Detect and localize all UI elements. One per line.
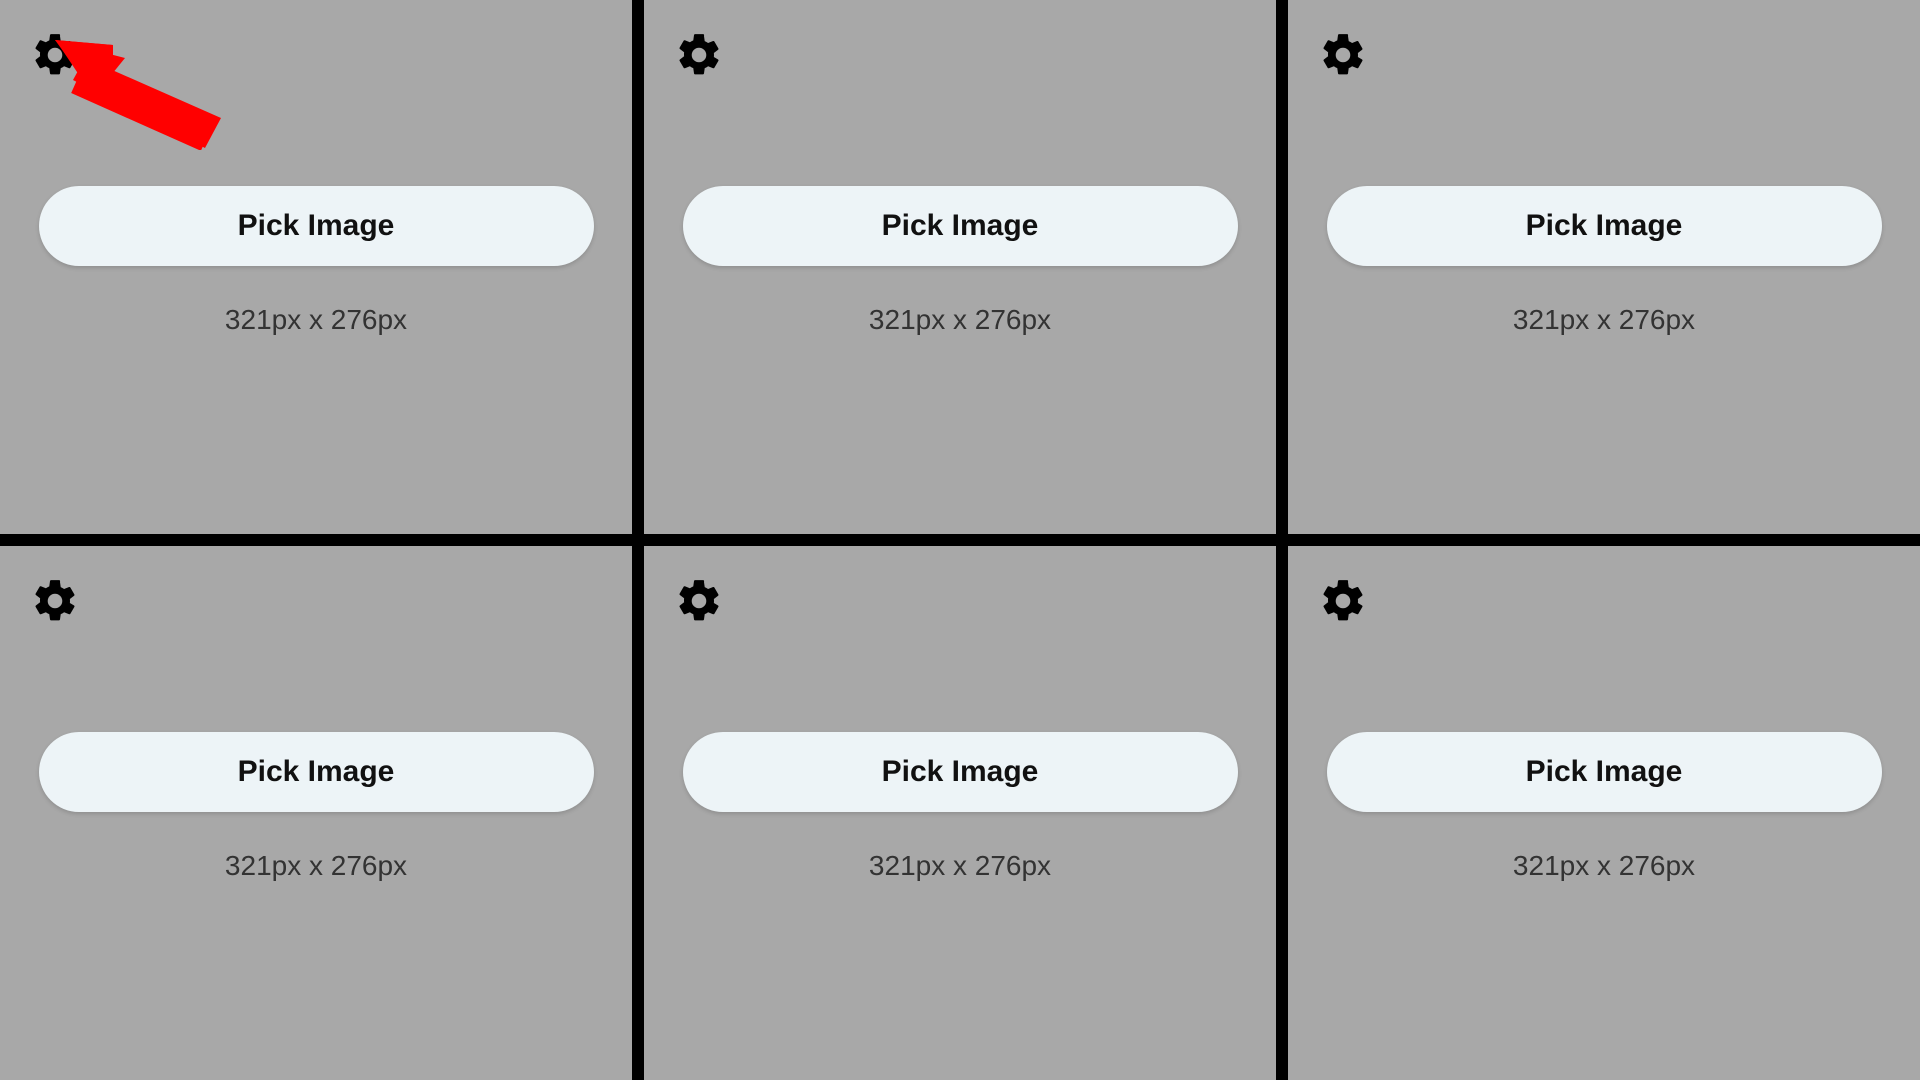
pick-image-button[interactable]: Pick Image [683,732,1238,812]
pick-image-button-label: Pick Image [238,209,395,243]
pick-image-button[interactable]: Pick Image [1327,186,1882,266]
image-picker-cell: Pick Image 321px x 276px [644,0,1276,534]
image-dimensions-label: 321px x 276px [869,850,1051,882]
pick-image-button[interactable]: Pick Image [683,186,1238,266]
image-picker-cell: Pick Image 321px x 276px [1288,0,1920,534]
pick-image-button[interactable]: Pick Image [1327,732,1882,812]
pick-image-button-label: Pick Image [238,755,395,789]
gear-icon [30,576,80,626]
pick-image-button-label: Pick Image [1526,209,1683,243]
image-dimensions-label: 321px x 276px [1513,850,1695,882]
annotation-arrow [55,40,235,150]
settings-button[interactable] [1318,576,1368,626]
image-dimensions-label: 321px x 276px [225,304,407,336]
pick-image-button[interactable]: Pick Image [39,186,594,266]
gear-icon [674,30,724,80]
image-picker-cell: Pick Image 321px x 276px [0,0,632,534]
image-dimensions-label: 321px x 276px [869,304,1051,336]
settings-button[interactable] [674,576,724,626]
gear-icon [674,576,724,626]
gear-icon [30,30,80,80]
pick-image-button-label: Pick Image [882,209,1039,243]
gear-icon [1318,30,1368,80]
settings-button[interactable] [30,576,80,626]
image-picker-cell: Pick Image 321px x 276px [644,546,1276,1080]
pick-image-button-label: Pick Image [1526,755,1683,789]
image-picker-cell: Pick Image 321px x 276px [0,546,632,1080]
settings-button[interactable] [30,30,80,80]
settings-button[interactable] [674,30,724,80]
pick-image-button-label: Pick Image [882,755,1039,789]
image-picker-grid: Pick Image 321px x 276px Pick Image 321p… [0,0,1920,1080]
image-dimensions-label: 321px x 276px [225,850,407,882]
gear-icon [1318,576,1368,626]
pick-image-button[interactable]: Pick Image [39,732,594,812]
image-dimensions-label: 321px x 276px [1513,304,1695,336]
settings-button[interactable] [1318,30,1368,80]
image-picker-cell: Pick Image 321px x 276px [1288,546,1920,1080]
